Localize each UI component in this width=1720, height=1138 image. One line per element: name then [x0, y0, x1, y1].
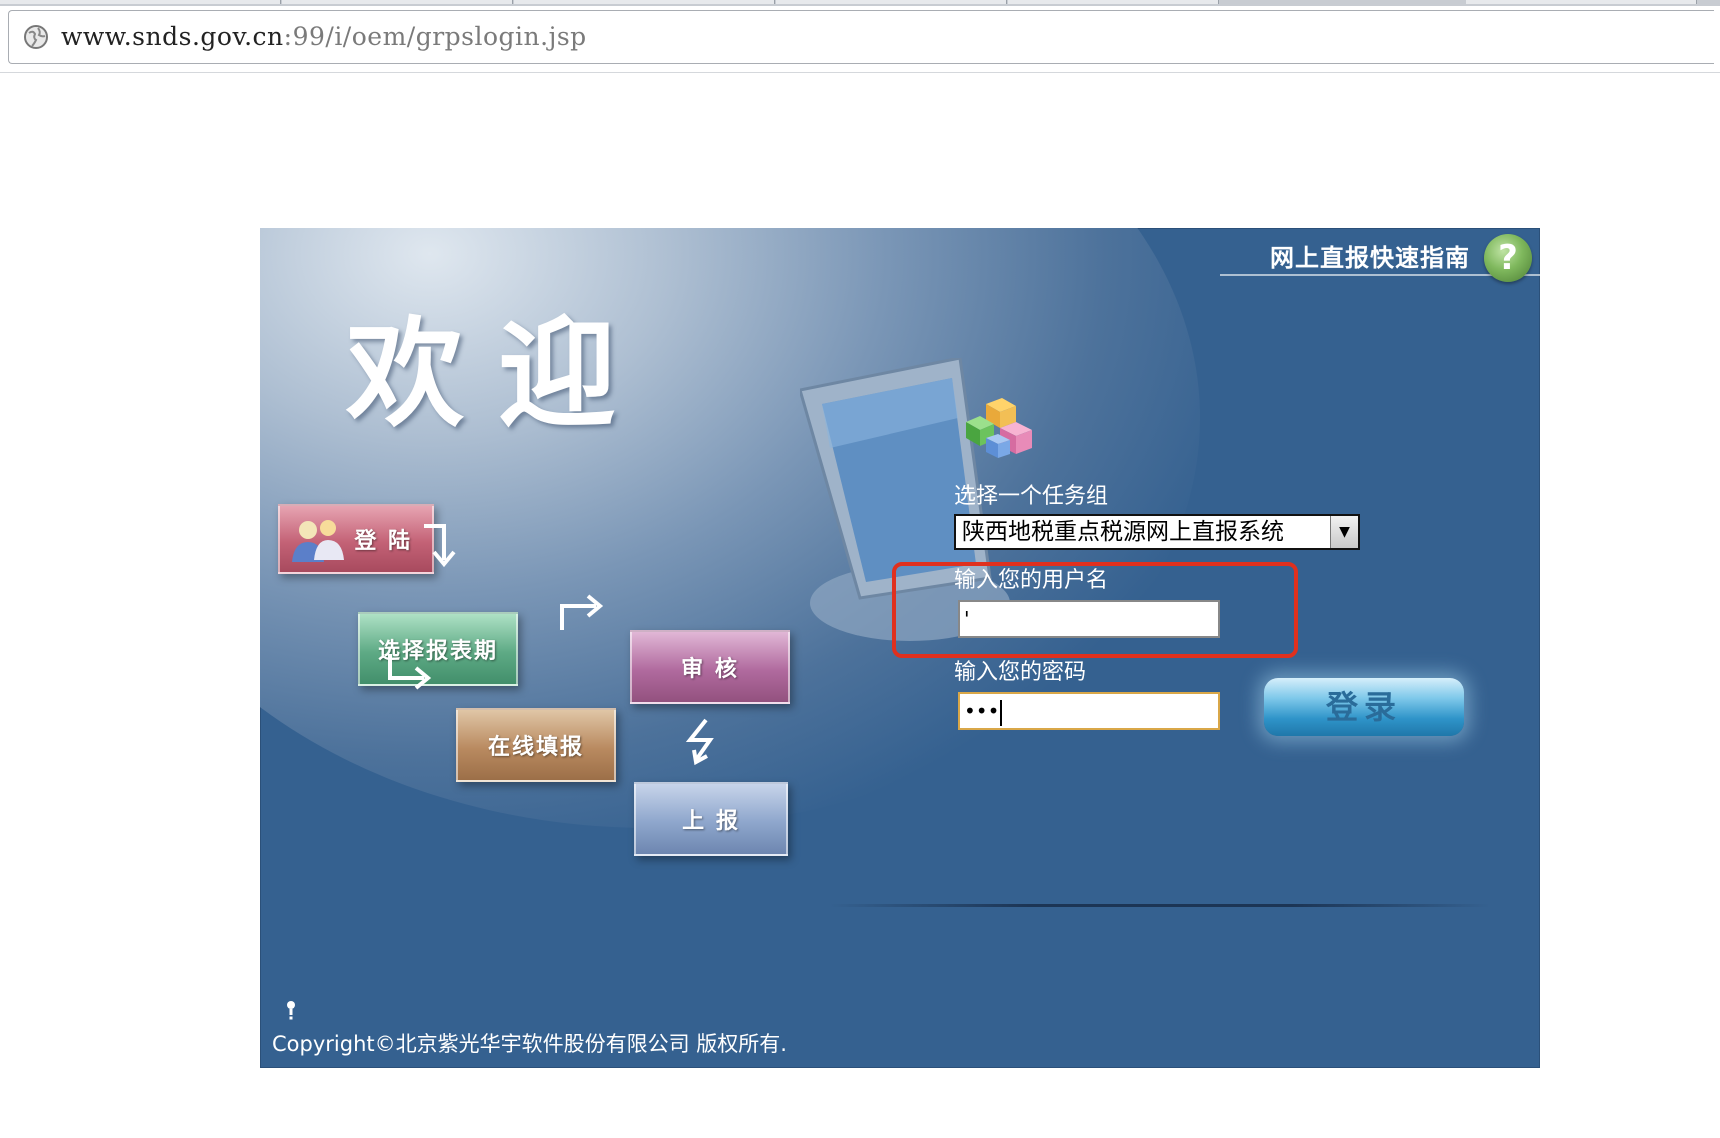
task-group-value: 陕西地税重点税源网上直报系统 — [962, 519, 1284, 545]
flow-step-login-label: 登 陆 — [354, 529, 412, 554]
flow-step-audit: 审 核 — [630, 630, 790, 704]
arrow-up-right-icon — [560, 594, 604, 630]
browser-tab-strip — [0, 0, 1720, 6]
lightning-arrow-icon — [685, 718, 714, 766]
task-group-label: 选择一个任务组 — [954, 484, 1109, 509]
lightning-arrow-icon — [680, 716, 724, 774]
flow-step-submit: 上 报 — [634, 782, 788, 856]
password-label: 输入您的密码 — [954, 660, 1087, 685]
text-caret — [1000, 699, 1003, 726]
arrow-down-icon — [420, 520, 460, 578]
dropdown-arrow-icon[interactable]: ▼ — [1330, 516, 1358, 548]
password-value: ••• — [964, 699, 1000, 723]
globe-icon — [24, 25, 48, 49]
browser-tab[interactable] — [776, 0, 1007, 4]
arrow-up-right-icon — [556, 592, 604, 640]
welcome-title: 欢迎 — [346, 304, 651, 443]
address-bar[interactable]: www.snds.gov.cn:99/i/oem/grpslogin.jsp — [8, 10, 1714, 64]
url-text: www.snds.gov.cn:99/i/oem/grpslogin.jsp — [61, 21, 587, 53]
panel-divider — [830, 904, 1490, 907]
browser-tab[interactable] — [282, 0, 513, 4]
browser-tab[interactable] — [1466, 0, 1697, 4]
users-icon — [292, 520, 344, 562]
info-icon — [287, 1001, 295, 1020]
task-group-select[interactable]: 陕西地税重点税源网上直报系统 ▼ — [954, 514, 1360, 550]
login-button[interactable]: 登录 — [1264, 678, 1464, 736]
flow-step-fill-online: 在线填报 — [456, 708, 616, 782]
annotation-highlight-box — [892, 562, 1298, 658]
question-circle-icon[interactable]: ? — [1484, 234, 1532, 282]
copyright-text: Copyright©北京紫光华宇软件股份有限公司 版权所有. — [272, 1032, 787, 1056]
arrow-down-icon — [424, 524, 456, 568]
url-host: www.snds.gov.cn — [61, 22, 284, 51]
password-input[interactable]: ••• — [958, 692, 1220, 730]
cubes-icon — [966, 398, 1032, 458]
browser-tab[interactable] — [1008, 0, 1219, 4]
chrome-divider — [0, 72, 1720, 73]
flow-step-select-period: 选择报表期 — [358, 612, 518, 686]
url-path: :99/i/oem/grpslogin.jsp — [283, 22, 587, 51]
browser-tab[interactable] — [0, 0, 281, 4]
browser-tab[interactable] — [514, 0, 775, 4]
arrow-right-icon — [388, 654, 432, 690]
quick-guide-link[interactable]: 网上直报快速指南 — [1270, 238, 1470, 273]
arrow-right-icon — [384, 652, 432, 700]
flow-step-login: 登 陆 — [278, 504, 434, 574]
